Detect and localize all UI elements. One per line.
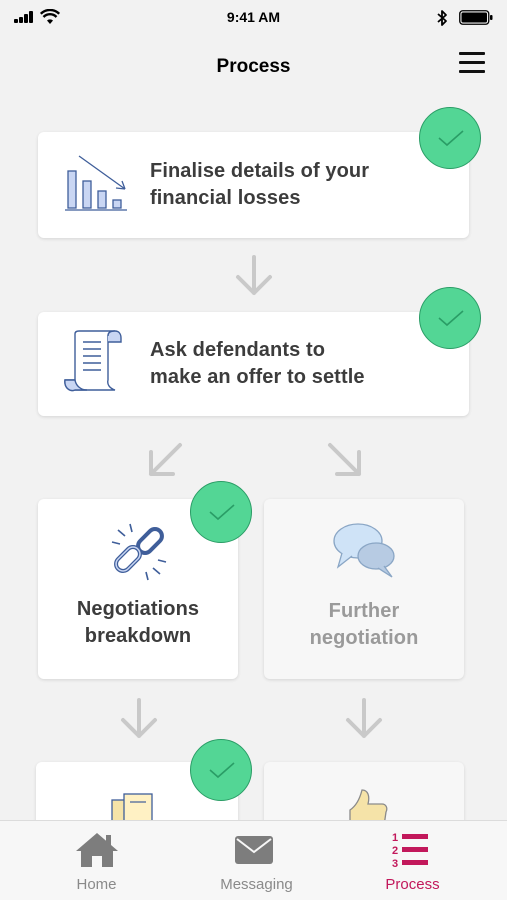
svg-text:1: 1 xyxy=(392,832,398,844)
page-title: Process xyxy=(216,56,291,77)
completed-check-icon xyxy=(190,739,252,801)
completed-check-icon xyxy=(190,481,252,543)
svg-text:3: 3 xyxy=(392,858,398,869)
step-card-offer-to-settle[interactable]: Ask defendants to make an offer to settl… xyxy=(38,312,469,416)
broken-chain-icon xyxy=(111,523,167,581)
bar-chart-decline-icon xyxy=(65,155,127,211)
tab-home[interactable]: Home xyxy=(12,821,181,900)
scroll-document-icon xyxy=(64,330,122,392)
battery-icon xyxy=(459,10,493,25)
step-4-label-line2: negotiation xyxy=(309,627,419,649)
svg-text:2: 2 xyxy=(392,845,398,857)
arrow-down-icon xyxy=(121,698,157,738)
status-bar: 9:41 AM xyxy=(0,0,507,36)
step-card-further-negotiation[interactable]: Further negotiation xyxy=(264,499,464,679)
speech-bubbles-icon xyxy=(333,523,395,578)
completed-check-icon xyxy=(419,287,481,349)
tab-bar: Home Messaging 1 2 3 Process xyxy=(0,820,507,900)
arrow-down-right-icon xyxy=(328,443,361,476)
envelope-icon xyxy=(235,836,273,864)
tab-messaging[interactable]: Messaging xyxy=(172,821,341,900)
tab-messaging-label: Messaging xyxy=(220,876,293,893)
tab-process-label: Process xyxy=(385,876,440,893)
step-card-financial-losses[interactable]: Finalise details of your financial losse… xyxy=(38,132,469,238)
bluetooth-icon xyxy=(437,10,447,26)
numbered-list-icon: 1 2 3 xyxy=(392,832,428,869)
tab-process[interactable]: 1 2 3 Process xyxy=(328,821,497,900)
step-2-label-line2: make an offer to settle xyxy=(150,366,365,388)
step-1-label-line2: financial losses xyxy=(150,187,301,209)
menu-button[interactable] xyxy=(459,52,485,74)
tab-home-label: Home xyxy=(76,876,117,893)
home-icon xyxy=(76,833,118,867)
step-4-label-line1: Further xyxy=(328,600,400,622)
arrow-down-icon xyxy=(236,255,272,295)
arrow-down-left-icon xyxy=(149,443,182,476)
step-3-label-line2: breakdown xyxy=(84,625,192,647)
status-time: 9:41 AM xyxy=(226,9,281,25)
completed-check-icon xyxy=(419,107,481,169)
step-1-label-line1: Finalise details of your xyxy=(150,160,370,182)
arrow-down-icon xyxy=(346,698,382,738)
step-2-label-line1: Ask defendants to xyxy=(150,339,326,361)
step-3-label-line1: Negotiations xyxy=(76,598,200,620)
